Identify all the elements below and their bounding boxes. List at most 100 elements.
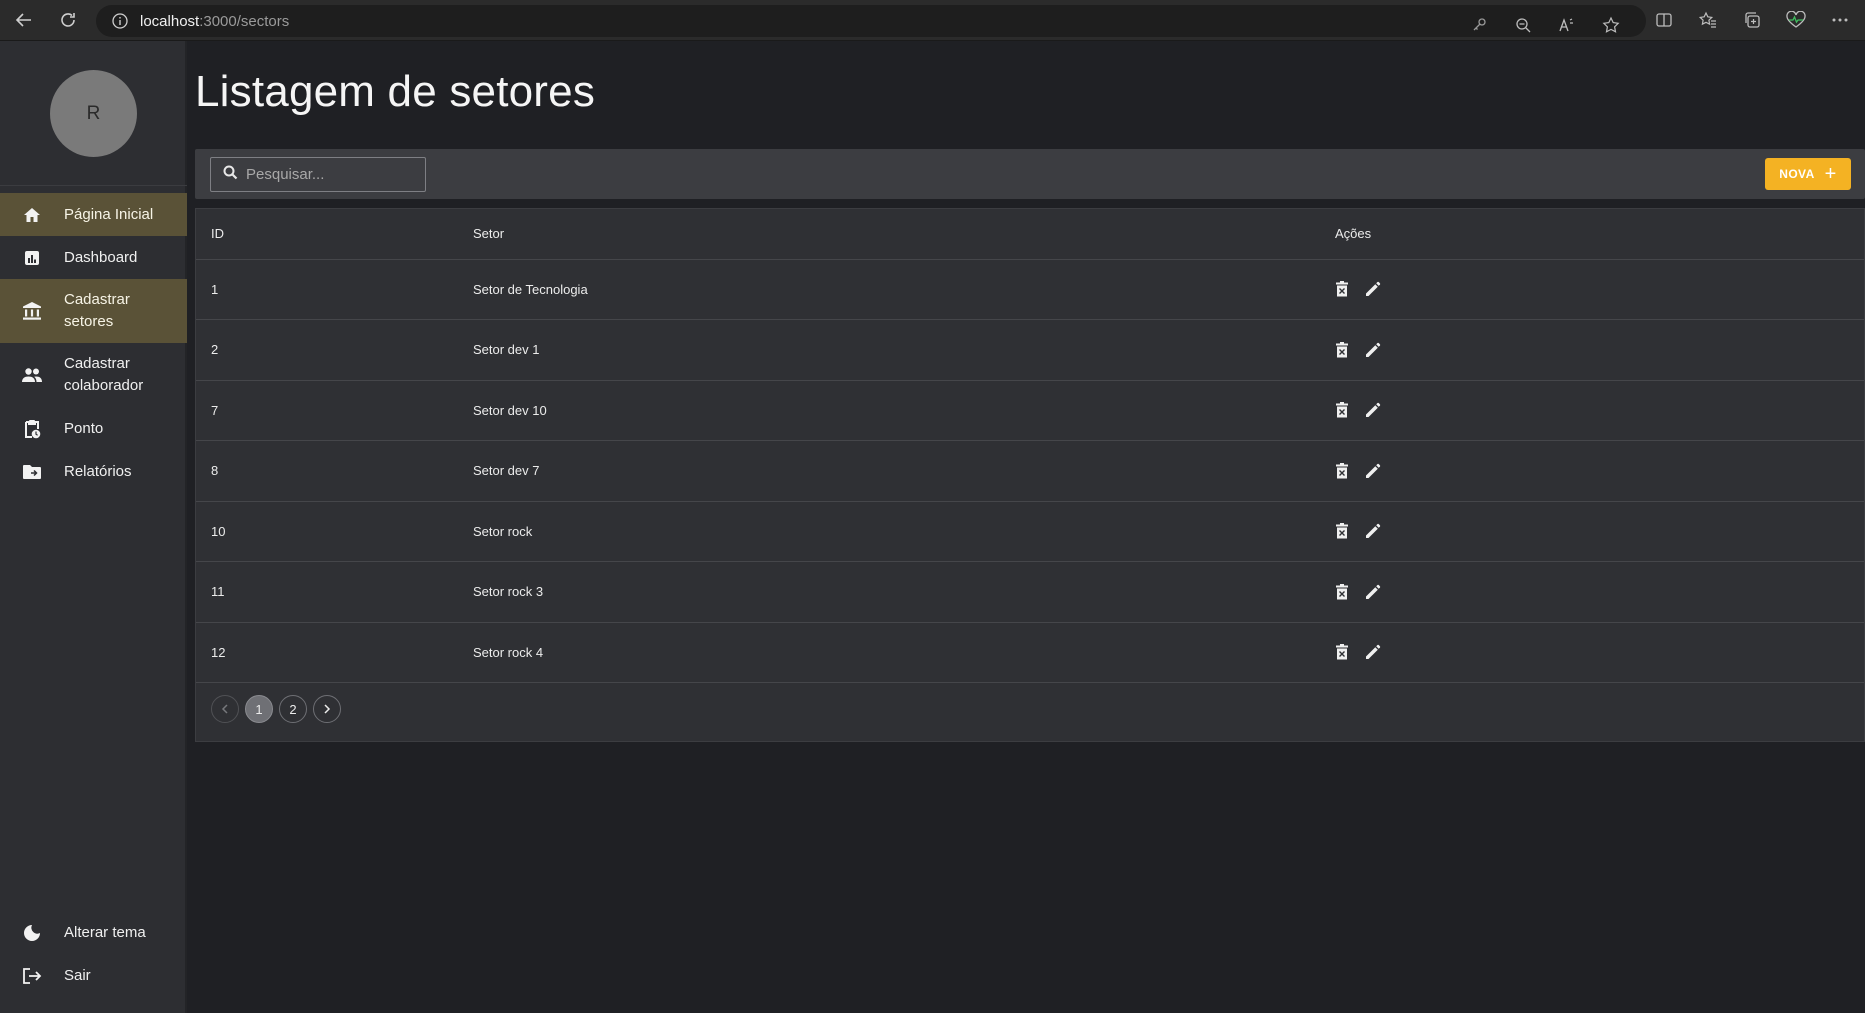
table-toolbar: NOVA + (195, 149, 1865, 199)
column-header-id[interactable]: ID (196, 209, 458, 260)
row-actions (1335, 462, 1864, 480)
cell-actions (1320, 622, 1864, 683)
sidebar-menu: Página Inicial Dashboard Cadastrar setor… (0, 193, 187, 493)
next-page-button[interactable] (313, 695, 341, 723)
table-row: 7 Setor dev 10 (196, 380, 1864, 441)
cell-actions (1320, 259, 1864, 320)
sectors-table: ID Setor Ações 1 Setor de Tecnologia 2 S… (195, 208, 1865, 742)
delete-icon[interactable] (1335, 462, 1351, 480)
address-bar-actions (1464, 9, 1626, 41)
cell-actions (1320, 440, 1864, 502)
cell-id: 11 (196, 561, 458, 623)
logout-icon (0, 954, 64, 997)
cell-actions (1320, 501, 1864, 562)
sidebar-item-label: Ponto (64, 419, 104, 437)
cell-sector: Setor dev 10 (458, 380, 1320, 441)
table-row: 8 Setor dev 7 (196, 440, 1864, 502)
edit-icon[interactable] (1365, 583, 1381, 601)
read-aloud-icon[interactable] (1552, 9, 1582, 41)
sidebar-divider (0, 185, 187, 186)
page-title: Listagem de setores (195, 67, 596, 116)
table-row: 10 Setor rock (196, 501, 1864, 562)
favorite-star-icon[interactable] (1596, 9, 1626, 41)
page-button-1[interactable]: 1 (245, 695, 273, 723)
sidebar-item-dashboard[interactable]: Dashboard (0, 236, 187, 279)
cell-actions (1320, 380, 1864, 441)
key-icon[interactable] (1464, 9, 1494, 41)
address-bar[interactable]: localhost:3000/sectors (96, 5, 1646, 37)
avatar[interactable]: R (50, 70, 137, 157)
cell-id: 1 (196, 259, 458, 320)
row-actions (1335, 583, 1864, 601)
browser-essentials-icon[interactable] (1781, 4, 1811, 36)
edit-icon[interactable] (1365, 341, 1381, 359)
sidebar-item-sair[interactable]: Sair (0, 954, 187, 997)
cell-sector: Setor de Tecnologia (458, 259, 1320, 320)
table-row: 2 Setor dev 1 (196, 319, 1864, 381)
more-menu-icon[interactable] (1825, 4, 1855, 36)
collections-icon[interactable] (1737, 4, 1767, 36)
reload-button[interactable] (52, 4, 84, 36)
search-field[interactable] (210, 157, 426, 192)
delete-icon[interactable] (1335, 643, 1351, 661)
sidebar-item-label: Cadastrar setores (64, 291, 130, 330)
chevron-left-icon (221, 704, 228, 714)
cell-sector: Setor rock 3 (458, 561, 1320, 623)
sidebar-item-relatorios[interactable]: Relatórios (0, 450, 187, 493)
cell-sector: Setor rock (458, 501, 1320, 562)
column-header-acoes: Ações (1320, 209, 1864, 260)
sidebar-item-label: Dashboard (64, 248, 138, 266)
split-screen-icon[interactable] (1649, 4, 1679, 36)
delete-icon[interactable] (1335, 401, 1351, 419)
sidebar-item-pagina-inicial[interactable]: Página Inicial (0, 193, 187, 236)
delete-icon[interactable] (1335, 522, 1351, 540)
browser-actions (1649, 4, 1855, 36)
plus-icon: + (1824, 162, 1837, 185)
cell-actions (1320, 319, 1864, 381)
sidebar-item-ponto[interactable]: Ponto (0, 407, 187, 450)
url-path: :3000/sectors (199, 12, 290, 30)
url-host: localhost (140, 12, 200, 30)
bank-icon (0, 290, 64, 333)
row-actions (1335, 401, 1864, 419)
sidebar-item-label: Alterar tema (64, 923, 146, 941)
table-row: 1 Setor de Tecnologia (196, 259, 1864, 320)
chevron-right-icon (324, 704, 331, 714)
edit-icon[interactable] (1365, 280, 1381, 298)
avatar-initial: R (86, 102, 101, 124)
back-arrow-icon (15, 13, 31, 27)
row-actions (1335, 643, 1864, 661)
previous-page-button[interactable] (211, 695, 239, 723)
cell-sector: Setor rock 4 (458, 622, 1320, 683)
page-button-2[interactable]: 2 (279, 695, 307, 723)
sidebar-bottom-menu: Alterar tema Sair (0, 911, 187, 997)
edit-icon[interactable] (1365, 401, 1381, 419)
new-sector-button[interactable]: NOVA + (1765, 158, 1851, 190)
edit-icon[interactable] (1365, 643, 1381, 661)
cell-id: 2 (196, 319, 458, 381)
moon-icon (0, 911, 64, 954)
row-actions (1335, 341, 1864, 359)
new-button-label: NOVA (1779, 167, 1815, 181)
delete-icon[interactable] (1335, 341, 1351, 359)
zoom-out-icon[interactable] (1508, 9, 1538, 41)
site-info-icon[interactable] (112, 13, 128, 29)
edit-icon[interactable] (1365, 462, 1381, 480)
row-actions (1335, 280, 1864, 298)
sidebar-item-alterar-tema[interactable]: Alterar tema (0, 911, 187, 954)
edit-icon[interactable] (1365, 522, 1381, 540)
main-content: Listagem de setores NOVA + ID Setor Açõe… (195, 41, 1865, 1013)
favorites-icon[interactable] (1693, 4, 1723, 36)
column-header-setor[interactable]: Setor (458, 209, 1320, 260)
sidebar-item-cadastrar-setores[interactable]: Cadastrar setores (0, 279, 187, 343)
delete-icon[interactable] (1335, 583, 1351, 601)
reload-icon (61, 13, 75, 27)
search-input[interactable] (246, 166, 416, 183)
table-row: 12 Setor rock 4 (196, 622, 1864, 683)
delete-icon[interactable] (1335, 280, 1351, 298)
cell-sector: Setor dev 1 (458, 319, 1320, 381)
sidebar-item-cadastrar-colaborador[interactable]: Cadastrar colaborador (0, 343, 187, 407)
back-button[interactable] (8, 4, 40, 36)
people-icon (0, 354, 64, 397)
cell-sector: Setor dev 7 (458, 440, 1320, 502)
